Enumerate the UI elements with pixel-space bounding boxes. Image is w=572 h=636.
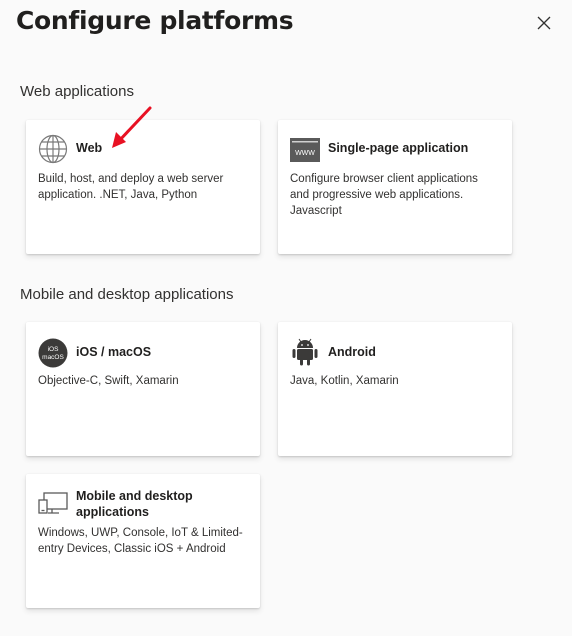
platform-card-name: Android <box>328 345 376 359</box>
globe-icon <box>38 134 68 164</box>
ios-macos-icon: iOS macOS <box>38 338 68 368</box>
www-icon: WWW <box>290 138 320 162</box>
section-mobile-desktop-applications: Mobile and desktop applications <box>20 286 234 303</box>
platform-card-description: Configure browser client applications an… <box>290 173 478 217</box>
close-icon[interactable] <box>534 13 554 33</box>
annotation-arrow-icon <box>112 106 152 148</box>
www-icon-text: WWW <box>295 150 315 157</box>
ios-icon-text: iOS <box>48 346 60 353</box>
platform-card-description: Build, host, and deploy a web server app… <box>38 173 224 201</box>
configure-platforms-panel: Configure platforms Web applications Web… <box>0 0 572 636</box>
platform-card-mobile-desktop[interactable]: Mobile and desktop applications Windows,… <box>26 474 260 608</box>
desktop-icon <box>38 492 68 514</box>
section-web-applications: Web applications <box>20 83 134 100</box>
platform-card-single-page-application[interactable]: WWW Single-page application Configure br… <box>278 120 512 254</box>
platform-card-description: Objective-C, Swift, Xamarin <box>38 375 179 387</box>
platform-card-name: Single-page application <box>328 141 469 155</box>
platform-card-name: Mobile and desktop applications <box>76 489 193 519</box>
platform-card-description: Java, Kotlin, Xamarin <box>290 375 399 387</box>
platform-card-ios-macos[interactable]: iOS macOS iOS / macOS Objective-C, Swift… <box>26 322 260 456</box>
macos-icon-text: macOS <box>42 354 64 361</box>
platform-card-description: Windows, UWP, Console, IoT & Limited-ent… <box>38 527 243 555</box>
panel-title: Configure platforms <box>16 6 294 35</box>
platform-card-name: Web <box>76 141 103 155</box>
android-icon <box>292 338 318 366</box>
platform-card-name: iOS / macOS <box>76 345 152 359</box>
platform-card-android[interactable]: Android Java, Kotlin, Xamarin <box>278 322 512 456</box>
